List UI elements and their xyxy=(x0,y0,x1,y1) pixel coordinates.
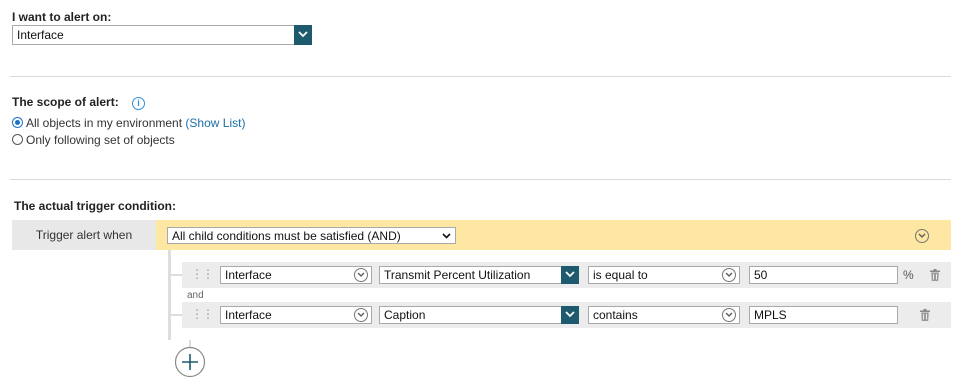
value-input[interactable]: MPLS xyxy=(749,306,898,324)
field-select[interactable]: Transmit Percent Utilization xyxy=(379,266,579,284)
alert-on-value: Interface xyxy=(17,28,64,42)
value-input[interactable]: 50 xyxy=(749,266,898,284)
chevron-down-icon xyxy=(722,308,736,322)
trigger-when-label: Trigger alert when xyxy=(12,220,156,250)
scope-heading-text: The scope of alert: xyxy=(12,95,119,109)
group-condition-select[interactable]: All child conditions must be satisfied (… xyxy=(167,227,456,244)
scope-option-following[interactable]: Only following set of objects xyxy=(12,133,175,147)
operator-value: is equal to xyxy=(593,268,648,282)
chevron-down-icon xyxy=(722,268,736,282)
object-select[interactable]: Interface xyxy=(220,306,372,324)
condition-row: ⋮⋮ Interface Caption contains MPLS xyxy=(182,302,951,328)
chevron-down-icon xyxy=(442,233,451,239)
trigger-heading: The actual trigger condition: xyxy=(14,199,177,213)
radio-selected-icon[interactable] xyxy=(12,117,23,128)
radio-unselected-icon[interactable] xyxy=(12,134,23,145)
operator-select[interactable]: is equal to xyxy=(588,266,740,284)
alert-on-select[interactable]: Interface xyxy=(12,25,312,45)
group-condition-value: All child conditions must be satisfied (… xyxy=(172,229,401,243)
chevron-down-icon[interactable] xyxy=(294,25,312,45)
trash-icon[interactable] xyxy=(920,309,930,321)
object-value: Interface xyxy=(225,268,272,282)
field-value: Caption xyxy=(384,308,426,322)
scope-option-following-label: Only following set of objects xyxy=(26,133,175,147)
condition-row: ⋮⋮ Interface Transmit Percent Utilizatio… xyxy=(182,262,951,288)
chevron-down-icon xyxy=(354,308,368,322)
condition-group-bar: All child conditions must be satisfied (… xyxy=(156,220,951,250)
operator-select[interactable]: contains xyxy=(588,306,740,324)
field-select[interactable]: Caption xyxy=(379,306,579,324)
divider xyxy=(10,179,951,180)
scope-option-all-label: All objects in my environment xyxy=(26,116,183,130)
info-icon[interactable]: i xyxy=(132,97,146,110)
and-joiner: and xyxy=(187,290,204,301)
chevron-down-icon xyxy=(354,268,368,282)
drag-grip-icon[interactable]: ⋮⋮ xyxy=(191,307,214,321)
scope-option-all[interactable]: All objects in my environment (Show List… xyxy=(12,116,245,130)
scope-heading: The scope of alert: i xyxy=(12,95,146,110)
field-value: Transmit Percent Utilization xyxy=(384,268,531,282)
object-value: Interface xyxy=(225,308,272,322)
trash-icon[interactable] xyxy=(930,269,940,281)
divider xyxy=(10,76,951,77)
unit-label: % xyxy=(903,268,914,282)
collapse-chevron-icon[interactable] xyxy=(915,229,929,243)
chevron-down-icon[interactable] xyxy=(561,266,579,284)
tree-line xyxy=(168,250,171,340)
operator-value: contains xyxy=(593,308,638,322)
drag-grip-icon[interactable]: ⋮⋮ xyxy=(191,267,214,281)
alert-on-heading: I want to alert on: xyxy=(12,10,112,24)
object-select[interactable]: Interface xyxy=(220,266,372,284)
plus-circle-icon[interactable] xyxy=(174,346,206,378)
tree-line xyxy=(168,274,182,276)
tree-line xyxy=(168,314,182,316)
chevron-down-icon[interactable] xyxy=(561,306,579,324)
show-list-link[interactable]: (Show List) xyxy=(185,116,245,130)
